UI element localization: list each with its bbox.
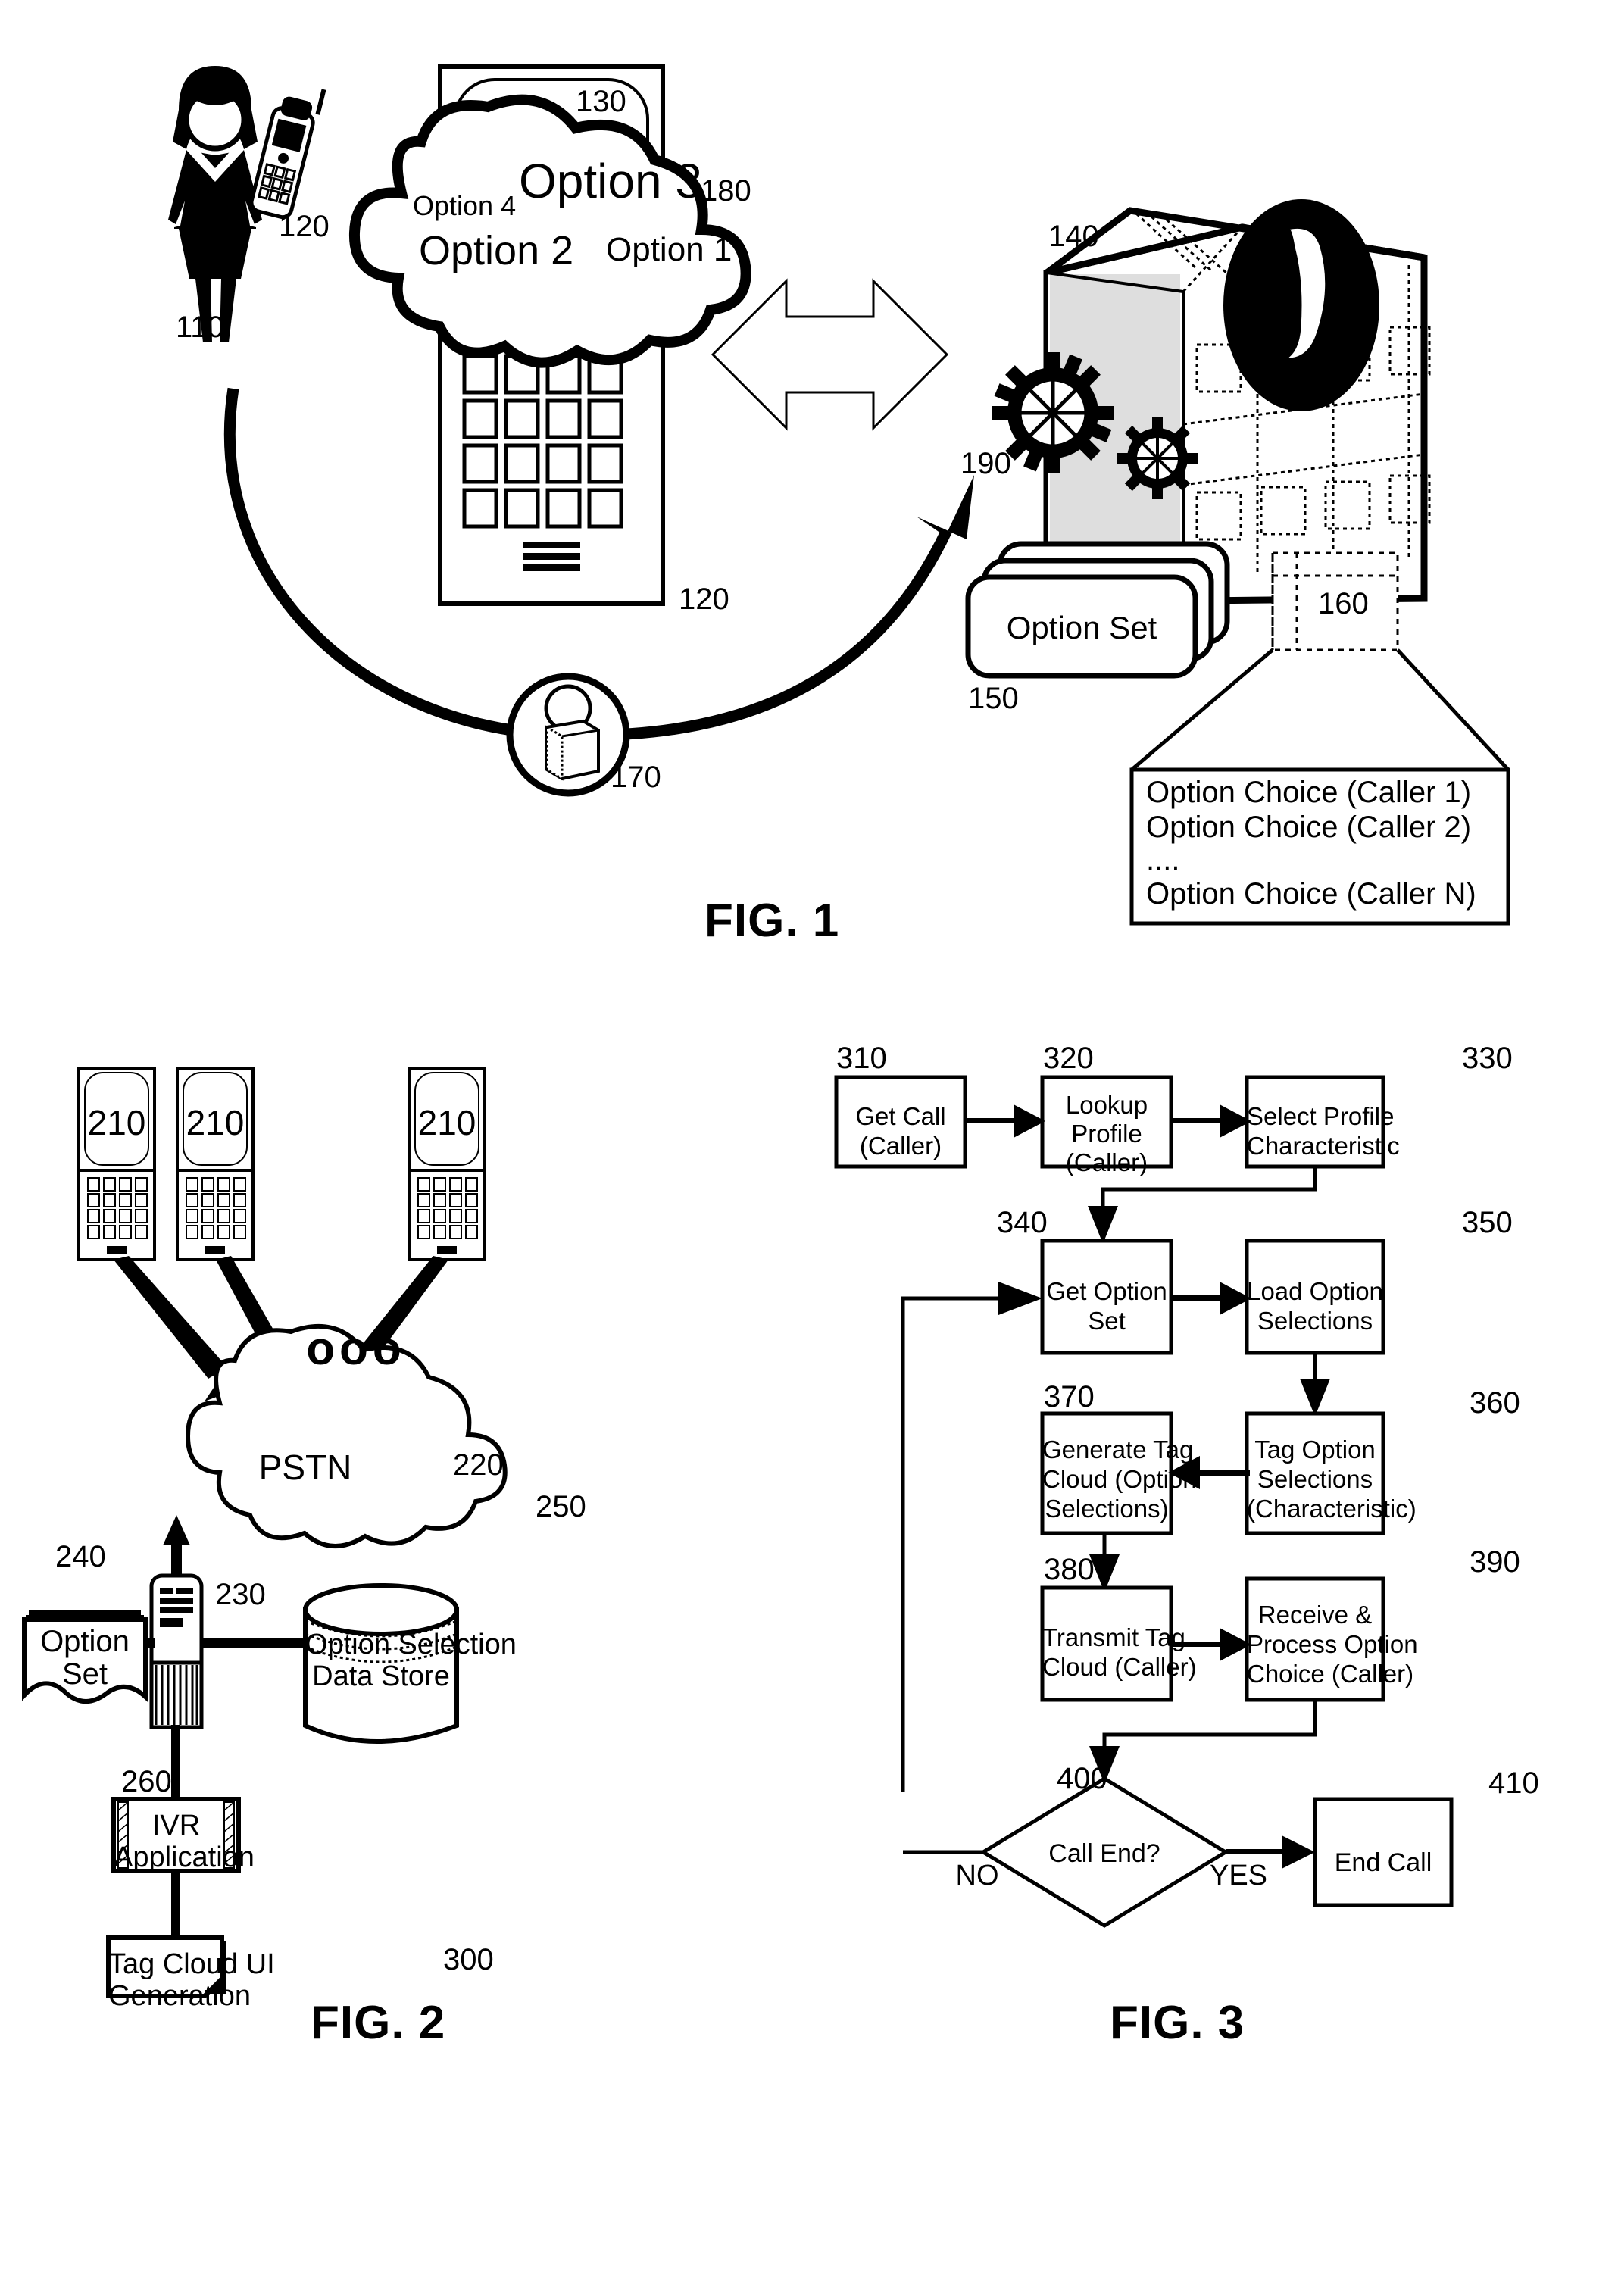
flow-node-400-label: Call End?: [1048, 1839, 1160, 1868]
speaker-grille: [523, 542, 580, 571]
patent-drawing-sheet: 110 120 130 180 120 140 190 150 160 170 …: [0, 0, 1618, 2296]
ref-140: 140: [1048, 220, 1099, 253]
server-230: [149, 1573, 204, 1729]
data-store-line-1: Option Selection: [305, 1629, 517, 1660]
flow-node-370-line-2: Cloud (Option: [1042, 1465, 1197, 1493]
tag-cloud-ui-line-2: Generation: [108, 1980, 251, 2012]
flow-node-390-line-3: Choice (Caller): [1247, 1660, 1414, 1688]
option-choice-line-2: Option Choice (Caller 2): [1146, 811, 1472, 844]
ref-150: 150: [968, 682, 1019, 715]
caller-person-icon: [168, 66, 262, 342]
ref-250: 250: [536, 1490, 586, 1523]
option-set-doc-line-2: Set: [61, 1657, 108, 1691]
flow-node-310-line-2: (Caller): [859, 1132, 942, 1160]
ref-330: 330: [1462, 1042, 1513, 1075]
edge-340-350: [1171, 1282, 1251, 1315]
edge-label-yes: YES: [1209, 1860, 1268, 1891]
tag-cloud-word-option-3: Option 3: [519, 154, 702, 208]
option-choice-line-4: Option Choice (Caller N): [1146, 877, 1476, 911]
ref-130: 130: [576, 85, 626, 118]
flow-node-370-line-1: Generate Tag: [1042, 1435, 1194, 1464]
phone-210-a-screen-label: 210: [87, 1103, 146, 1142]
tag-cloud-word-option-2: Option 2: [419, 228, 574, 273]
ref-310: 310: [836, 1042, 887, 1075]
flow-node-350-line-2: Selections: [1257, 1307, 1373, 1335]
flow-node-320-line-2: Profile: [1071, 1120, 1142, 1148]
ref-110: 110: [176, 311, 224, 344]
ref-340: 340: [997, 1206, 1048, 1239]
bidirectional-arrow: [711, 278, 949, 431]
caller-handset-icon: [249, 89, 326, 220]
loopback-line: [901, 1296, 1000, 1792]
telephone-handset-icon: [1223, 199, 1379, 411]
flow-node-330-line-2: Characteristic: [1247, 1132, 1400, 1160]
ref-370: 370: [1044, 1380, 1095, 1414]
option-choice-line-1: Option Choice (Caller 1): [1146, 776, 1472, 809]
ref-260: 260: [121, 1765, 172, 1798]
data-store-line-2: Data Store: [312, 1660, 450, 1692]
edge-320-330: [1171, 1104, 1251, 1138]
ref-190: 190: [960, 447, 1011, 480]
ref-300: 300: [443, 1943, 494, 1976]
profile-icon-170: [506, 673, 630, 797]
ref-410: 410: [1488, 1767, 1539, 1800]
ref-240: 240: [55, 1540, 106, 1573]
flow-node-360-line-1: Tag Option: [1254, 1435, 1376, 1464]
flow-node-390-line-2: Process Option: [1247, 1630, 1418, 1658]
figure-1-caption: FIG. 1: [704, 895, 840, 947]
flow-node-330-line-1: Select Profile: [1247, 1102, 1395, 1130]
ref-380: 380: [1044, 1553, 1095, 1586]
ref-350: 350: [1462, 1206, 1513, 1239]
edge-310-320: [965, 1104, 1045, 1138]
flow-node-380-line-2: Cloud (Caller): [1042, 1653, 1197, 1681]
flow-node-390-line-1: Receive &: [1257, 1601, 1373, 1629]
phone-210-b: [176, 1067, 255, 1261]
flow-node-310-line-1: Get Call: [855, 1102, 946, 1130]
flow-node-320-line-3: (Caller): [1065, 1148, 1148, 1176]
phone-210-a: [77, 1067, 156, 1261]
flow-node-340-line-2: Set: [1088, 1307, 1126, 1335]
tag-cloud-word-option-1: Option 1: [606, 231, 732, 268]
flow-node-340-line-1: Get Option: [1046, 1277, 1167, 1305]
edge-label-no: NO: [955, 1860, 999, 1891]
edge-390-400: [1102, 1700, 1317, 1754]
option-choice-line-3: ....: [1146, 843, 1180, 876]
ref-180: 180: [701, 174, 751, 208]
flow-node-350-line-1: Load Option: [1247, 1277, 1383, 1305]
flow-node-360-line-2: Selections: [1257, 1465, 1373, 1493]
figure-2-caption: FIG. 2: [311, 1997, 446, 2049]
phone-210-c: [408, 1067, 486, 1261]
flow-node-320-line-1: Lookup: [1065, 1091, 1148, 1119]
phone-210-c-screen-label: 210: [417, 1103, 476, 1142]
pstn-cloud-label: PSTN: [258, 1448, 352, 1487]
figure-3-caption: FIG. 3: [1110, 1997, 1245, 2049]
flow-node-370-line-3: Selections): [1045, 1495, 1169, 1523]
flow-node-360-line-3: (Characteristic): [1247, 1495, 1417, 1523]
ivr-application-line-2: Application: [114, 1841, 255, 1873]
ref-120-handset: 120: [279, 210, 330, 243]
option-set-doc-line-1: Option: [40, 1625, 130, 1658]
ivr-application-line-1: IVR: [151, 1810, 201, 1841]
ref-160: 160: [1318, 587, 1369, 620]
option-set-card-label: Option Set: [1006, 610, 1157, 645]
ref-390: 390: [1470, 1545, 1520, 1579]
ref-320: 320: [1043, 1042, 1094, 1075]
ref-360: 360: [1470, 1386, 1520, 1420]
tag-cloud-ui-line-1: Tag Cloud UI: [108, 1948, 275, 1980]
phone-210-b-screen-label: 210: [186, 1103, 245, 1142]
tag-cloud-word-option-4: Option 4: [413, 190, 517, 221]
ref-120-device: 120: [679, 583, 729, 616]
ref-220: 220: [453, 1448, 504, 1482]
ref-170: 170: [611, 761, 661, 794]
ref-400: 400: [1057, 1762, 1107, 1795]
figure-2-graphics: [22, 1067, 508, 1998]
flow-node-380-line-1: Transmit Tag: [1042, 1623, 1185, 1651]
phones-ellipsis: ooo: [306, 1323, 406, 1375]
flow-node-410-label: End Call: [1334, 1848, 1432, 1877]
pstn-to-server-link: [163, 1515, 190, 1579]
ref-230: 230: [215, 1578, 266, 1611]
